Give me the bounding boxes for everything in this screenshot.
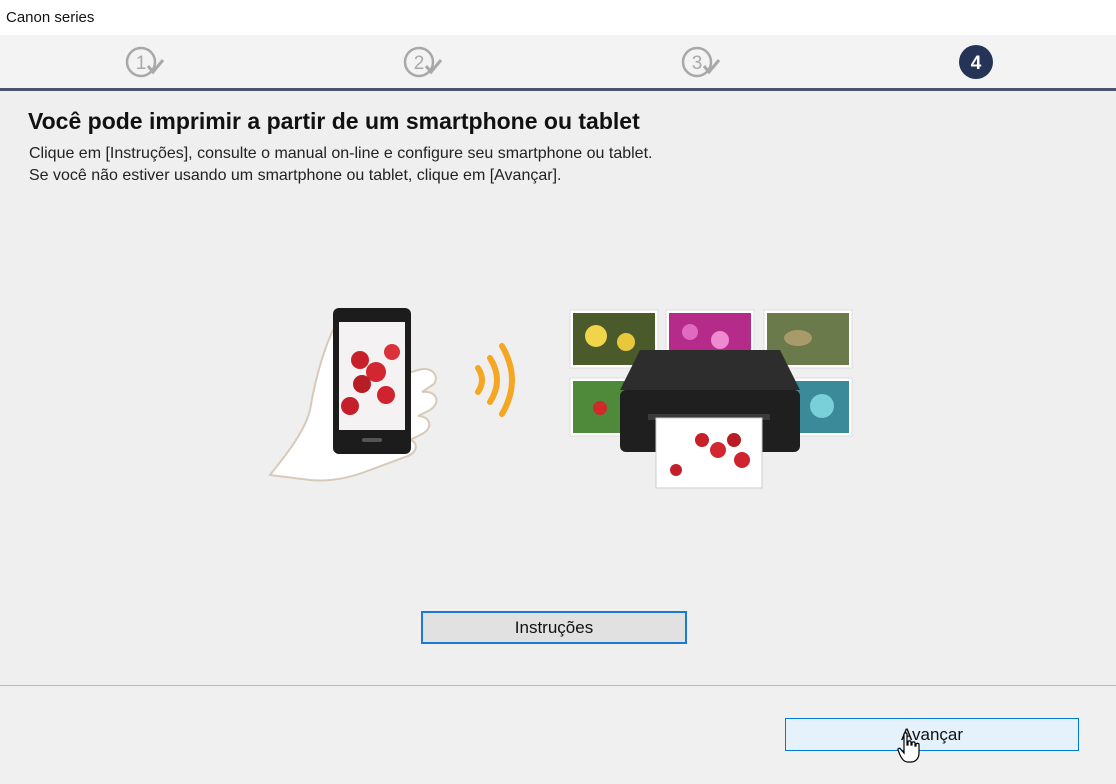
step-1-done-icon: 1 — [124, 44, 165, 80]
window-title: Canon series — [6, 9, 95, 26]
step-progress-bar — [0, 35, 1116, 88]
next-button[interactable]: Avançar — [785, 718, 1079, 751]
smartphone-icon — [333, 308, 411, 454]
hand-cursor-icon — [897, 732, 920, 763]
step-divider — [0, 88, 1116, 91]
step-3-number: 3 — [692, 53, 703, 74]
title-bar: Canon series — [0, 0, 1116, 35]
step-1-number: 1 — [136, 53, 147, 74]
description-line-2: Se você não estiver usando um smartphone… — [29, 167, 562, 184]
wifi-signal-icon — [475, 343, 515, 417]
step-4-current-icon: 4 — [958, 44, 998, 80]
step-4-number: 4 — [971, 53, 982, 74]
description-line-1: Clique em [Instruções], consulte o manua… — [29, 145, 653, 162]
printer-icon — [620, 350, 800, 489]
instructions-button[interactable]: Instruções — [421, 611, 687, 644]
smartphone-printing-illustration — [268, 308, 853, 489]
step-3-done-icon: 3 — [680, 44, 721, 80]
page-heading: Você pode imprimir a partir de um smartp… — [28, 108, 640, 134]
step-2-number: 2 — [414, 53, 425, 74]
step-2-done-icon: 2 — [402, 44, 443, 80]
